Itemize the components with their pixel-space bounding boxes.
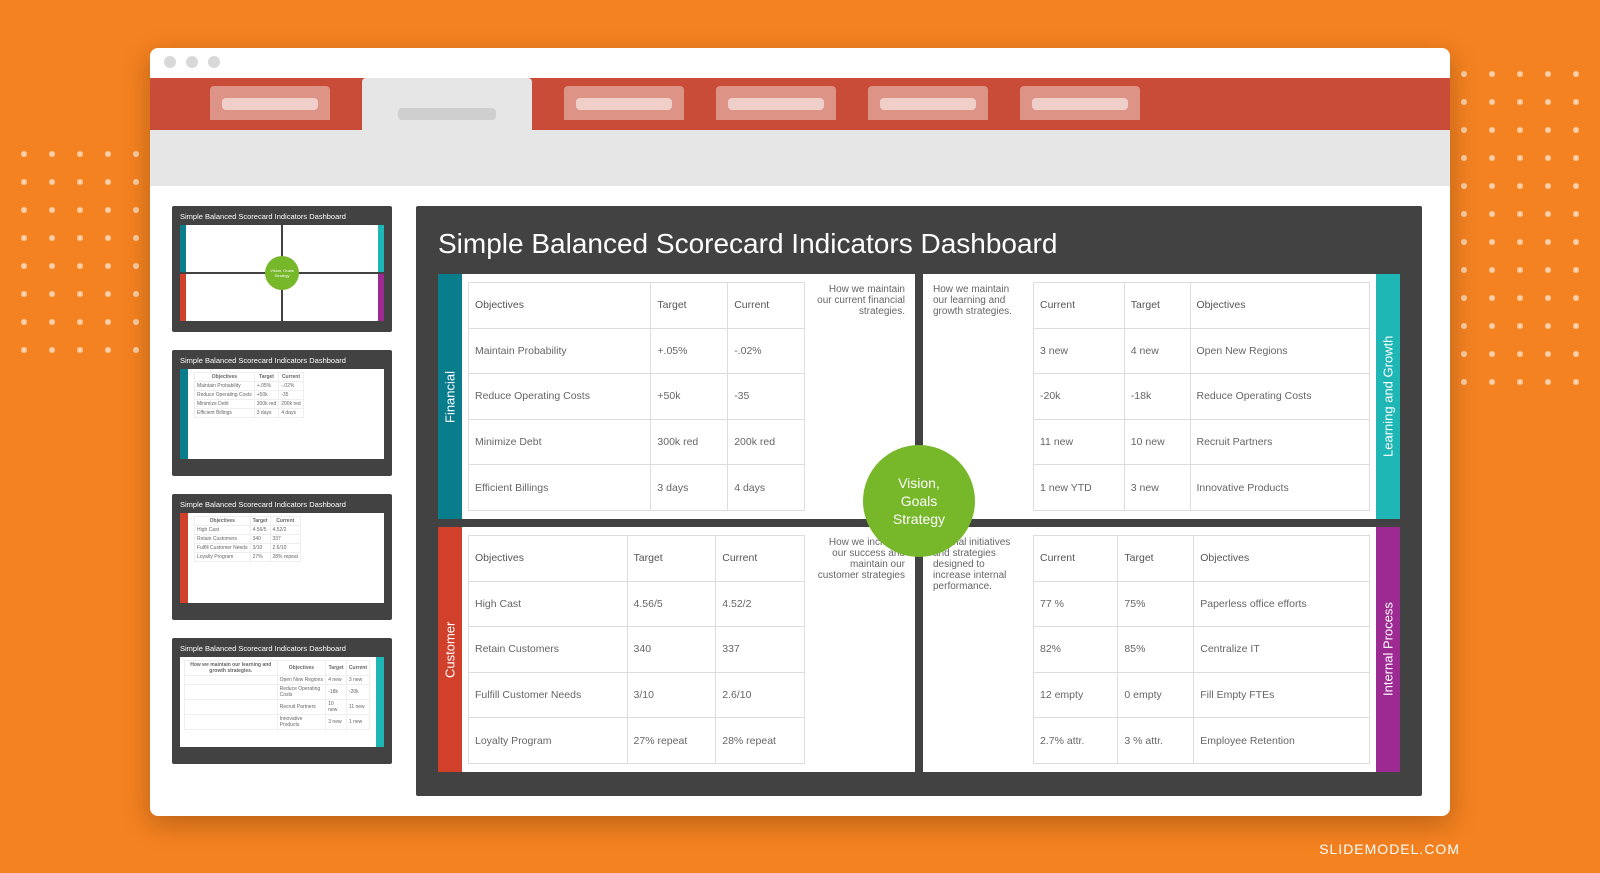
quadrant-label-customer: Customer [438,527,462,772]
financial-table: Objectives Target Current Maintain Proba… [468,282,805,511]
quadrant-internal: Internal initiatives and strategies desi… [923,527,1400,772]
slide-thumbnail[interactable]: Simple Balanced Scorecard Indicators Das… [172,494,392,620]
slide-thumbnail[interactable]: Simple Balanced Scorecard Indicators Das… [172,350,392,476]
watermark: SLIDEMODEL.COM [1319,841,1460,857]
ribbon-tab[interactable] [1020,86,1140,120]
thumbnail-title: Simple Balanced Scorecard Indicators Das… [180,644,384,653]
quadrant-learning: How we maintain our learning and growth … [923,274,1400,519]
quadrant-desc-customer: How we increase our success and maintain… [809,535,909,764]
ribbon-tab[interactable] [564,86,684,120]
learning-table: Current Target Objectives 3 new4 newOpen… [1033,282,1370,511]
browser-window: Simple Balanced Scorecard Indicators Das… [150,48,1450,816]
quadrant-label-internal: Internal Process [1376,527,1400,772]
quadrant-financial: Financial Objectives Target Current Main… [438,274,915,519]
thumbnail-title: Simple Balanced Scorecard Indicators Das… [180,500,384,509]
ribbon-tab[interactable] [868,86,988,120]
quadrant-desc-internal: Internal initiatives and strategies desi… [929,535,1029,764]
window-dot [208,56,220,68]
ribbon-tabs [150,78,1450,130]
ribbon-tab[interactable] [716,86,836,120]
ribbon-tab[interactable] [210,86,330,120]
window-dot [186,56,198,68]
window-dot [164,56,176,68]
slide-thumbnail[interactable]: Simple Balanced Scorecard Indicators Das… [172,638,392,764]
quadrant-customer: Customer Objectives Target Current High … [438,527,915,772]
quadrant-label-learning: Learning and Growth [1376,274,1400,519]
slide-thumbnails: Simple Balanced Scorecard Indicators Das… [172,206,392,796]
ribbon-body [150,130,1450,186]
scorecard-grid: Financial Objectives Target Current Main… [438,274,1400,772]
workspace: Simple Balanced Scorecard Indicators Das… [150,186,1450,816]
center-circle: Vision, Goals Strategy [863,445,975,557]
internal-table: Current Target Objectives 77 %75%Paperle… [1033,535,1370,764]
thumbnail-title: Simple Balanced Scorecard Indicators Das… [180,356,384,365]
slide-thumbnail[interactable]: Simple Balanced Scorecard Indicators Das… [172,206,392,332]
ribbon-tab-active[interactable] [362,78,532,130]
slide-title: Simple Balanced Scorecard Indicators Das… [438,228,1400,260]
window-controls [150,48,1450,78]
customer-table: Objectives Target Current High Cast4.56/… [468,535,805,764]
quadrant-label-financial: Financial [438,274,462,519]
main-slide[interactable]: Simple Balanced Scorecard Indicators Das… [416,206,1422,796]
thumbnail-title: Simple Balanced Scorecard Indicators Das… [180,212,384,221]
